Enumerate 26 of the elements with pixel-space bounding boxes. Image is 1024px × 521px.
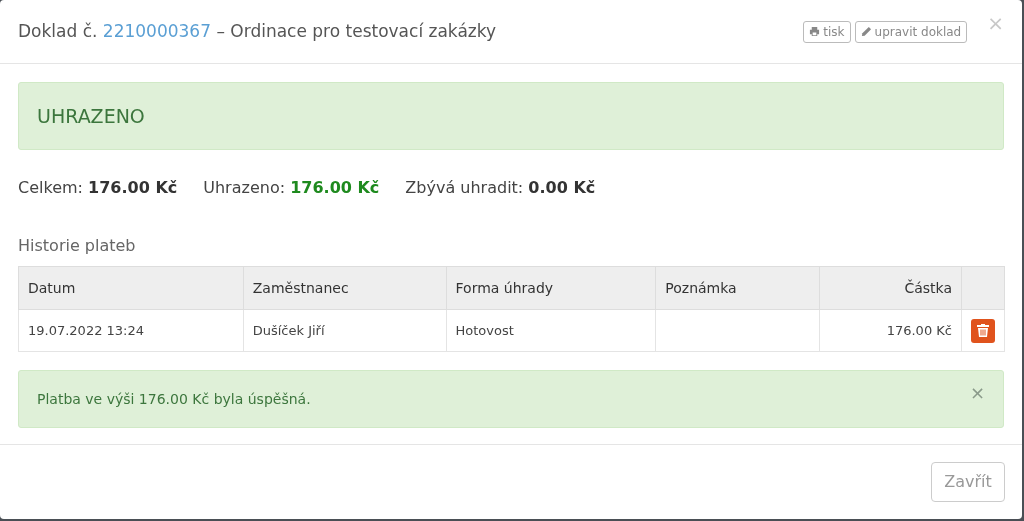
close-button[interactable]: Zavřít (931, 462, 1005, 502)
summary-text: Zbývá uhradit: 0.00 Kč (405, 177, 596, 199)
print-button[interactable]: tisk (803, 20, 851, 43)
column-header: Poznámka (655, 266, 820, 310)
edit-button[interactable]: upravit doklad (854, 20, 968, 43)
table-cell: 176.00 Kč (886, 322, 952, 338)
status-banner: UHRAZENO (18, 82, 1004, 150)
column-header: Částka (819, 266, 962, 310)
message-text: Platba ve výši 176.00 Kč byla úspěšná. (37, 389, 311, 409)
dialog-title: Doklad č. 2210000367 – Ordinace pro testovací zakázky (18, 21, 498, 42)
summary-text: Celkem: 176.00 Kč (18, 177, 178, 199)
table-cell: Dušíček Jiří (252, 322, 325, 338)
delete-button[interactable] (970, 318, 995, 343)
column-header: Datum (18, 266, 244, 310)
section-title: Historie plateb (18, 235, 137, 257)
column-header: Forma úhrady (446, 266, 656, 310)
close-button[interactable]: × (987, 12, 1004, 33)
table-cell: 19.07.2022 13:24 (28, 322, 145, 338)
printer-icon (809, 26, 821, 37)
document-number-link[interactable]: 2210000367 (102, 21, 211, 42)
trash-icon (976, 324, 989, 337)
pencil-icon (860, 26, 872, 37)
column-header: Zaměstnanec (243, 266, 447, 310)
table-cell: Hotovost (455, 322, 514, 338)
close-button[interactable]: × (969, 378, 985, 406)
summary-text: Uhrazeno: 176.00 Kč (203, 177, 380, 199)
